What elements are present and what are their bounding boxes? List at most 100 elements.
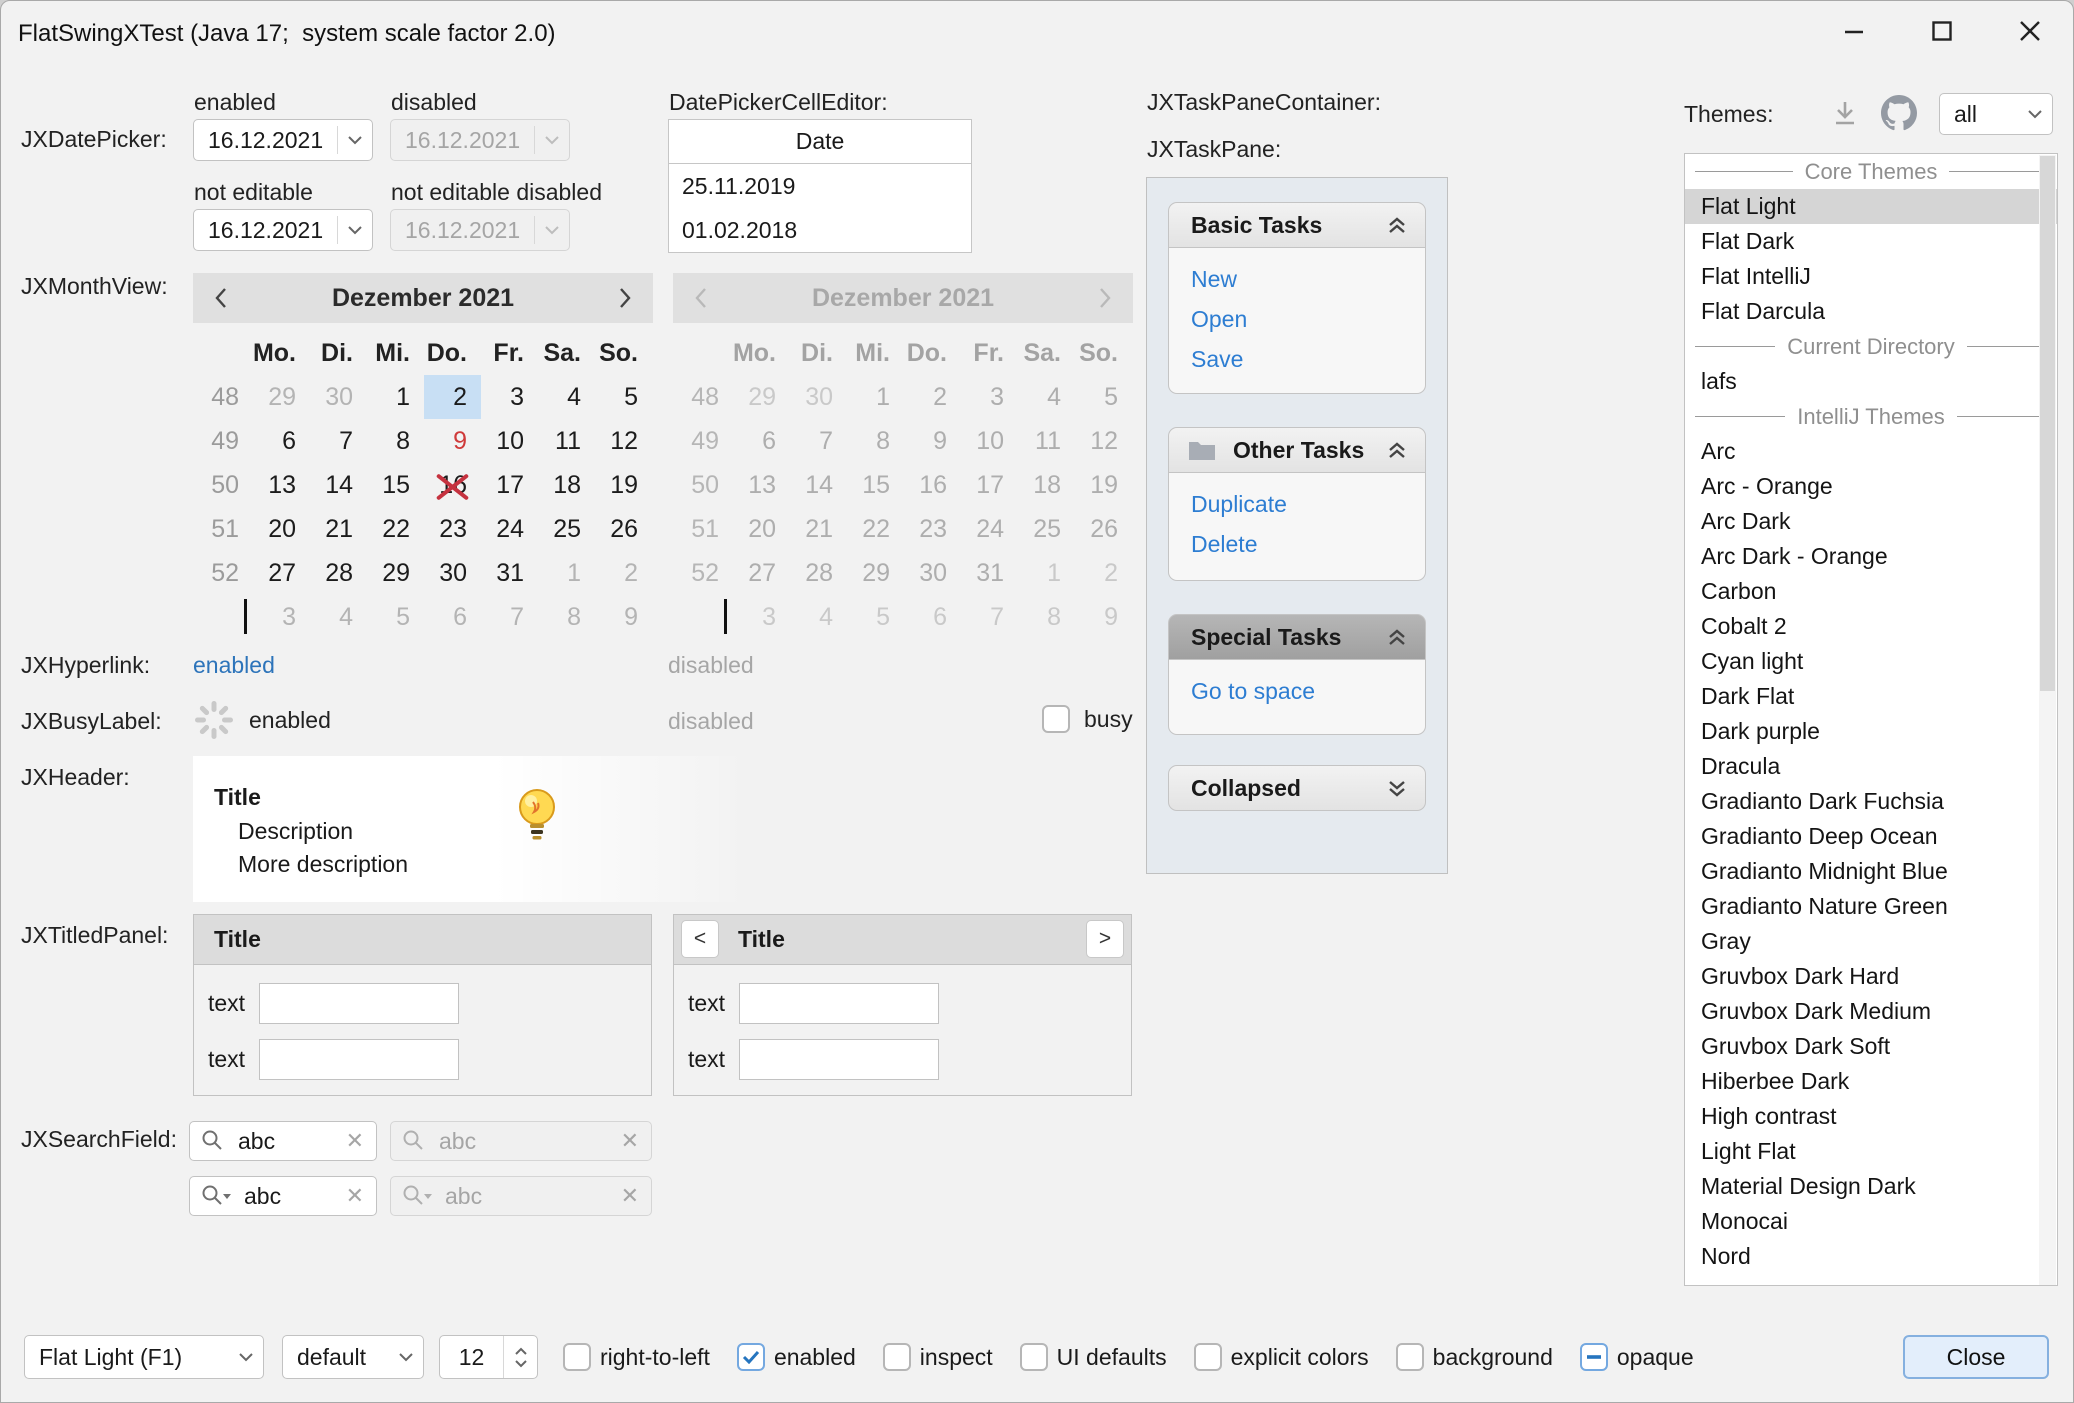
calendar-day[interactable]: 9 <box>595 595 652 639</box>
calendar-day[interactable]: 25 <box>538 507 595 551</box>
theme-list-item[interactable]: Flat Light <box>1685 189 2057 224</box>
theme-list-item[interactable]: Gray <box>1685 924 2057 959</box>
taskpane-link[interactable]: Delete <box>1191 531 1425 558</box>
taskpane-header[interactable]: Other Tasks <box>1168 427 1426 473</box>
theme-list-item[interactable]: Gruvbox Dark Medium <box>1685 994 2057 1029</box>
search-input[interactable]: abc <box>226 1128 346 1155</box>
checkbox-box[interactable] <box>737 1343 765 1371</box>
taskpane-link[interactable]: New <box>1191 266 1425 293</box>
theme-list-item[interactable]: Dracula <box>1685 749 2057 784</box>
calendar-day[interactable]: 22 <box>367 507 424 551</box>
calendar-day[interactable]: 5 <box>595 375 652 419</box>
calendar-day[interactable]: 7 <box>481 595 538 639</box>
theme-list-item[interactable]: Gradianto Dark Fuchsia <box>1685 784 2057 819</box>
theme-list-item[interactable]: Monocai <box>1685 1204 2057 1239</box>
title-nav-left-button[interactable]: < <box>681 920 719 958</box>
theme-list-item[interactable]: Hiberbee Dark <box>1685 1064 2057 1099</box>
theme-list-item[interactable]: High contrast <box>1685 1099 2057 1134</box>
calendar-day[interactable]: 8 <box>538 595 595 639</box>
calendar-day[interactable]: 29 <box>253 375 310 419</box>
busy-checkbox[interactable] <box>1042 705 1070 733</box>
taskpane-link[interactable]: Go to space <box>1191 678 1425 705</box>
calendar-day[interactable]: 18 <box>538 463 595 507</box>
expand-chevron-icon[interactable] <box>1387 778 1425 798</box>
clear-icon[interactable]: ✕ <box>346 1183 364 1209</box>
calendar-day[interactable]: 1 <box>367 375 424 419</box>
table-row[interactable]: 25.11.2019 <box>669 164 971 208</box>
calendar-day[interactable]: 6 <box>253 419 310 463</box>
calendar-day[interactable]: 14 <box>310 463 367 507</box>
calendar-day[interactable]: 2 <box>595 551 652 595</box>
calendar-day[interactable]: 12 <box>595 419 652 463</box>
taskpane-link[interactable]: Duplicate <box>1191 491 1425 518</box>
table-row[interactable]: 01.02.2018 <box>669 208 971 252</box>
theme-list-item[interactable]: Light Flat <box>1685 1134 2057 1169</box>
calendar-day[interactable]: 4 <box>538 375 595 419</box>
checkbox-box[interactable] <box>883 1343 911 1371</box>
theme-list-item[interactable]: Dark purple <box>1685 714 2057 749</box>
text-field[interactable] <box>739 1039 939 1080</box>
taskpane-link[interactable]: Save <box>1191 346 1425 373</box>
calendar-day[interactable]: 8 <box>367 419 424 463</box>
theme-list-item[interactable]: Gruvbox Dark Soft <box>1685 1029 2057 1064</box>
search-field[interactable]: abc ✕ <box>189 1121 377 1161</box>
text-field[interactable] <box>259 983 459 1024</box>
checkbox-background[interactable]: background <box>1396 1343 1553 1371</box>
spinner-up-icon[interactable] <box>514 1347 528 1356</box>
checkbox-inspect[interactable]: inspect <box>883 1343 993 1371</box>
hyperlink-enabled[interactable]: enabled <box>193 652 275 679</box>
search-input[interactable]: abc <box>232 1183 346 1210</box>
collapse-chevron-icon[interactable] <box>1387 440 1425 460</box>
calendar-day[interactable]: 30 <box>310 375 367 419</box>
theme-list-item[interactable]: Arc Dark <box>1685 504 2057 539</box>
datepicker-enabled[interactable]: 16.12.2021 <box>193 119 373 161</box>
calendar-day[interactable]: 30 <box>424 551 481 595</box>
theme-list-item[interactable]: Flat Darcula <box>1685 294 2057 329</box>
theme-list-item[interactable]: Cobalt 2 <box>1685 609 2057 644</box>
calendar-day[interactable]: 29 <box>367 551 424 595</box>
calendar-day[interactable]: 11 <box>538 419 595 463</box>
date-column-header[interactable]: Date <box>669 120 971 164</box>
calendar-day[interactable]: 10 <box>481 419 538 463</box>
spinner-down-icon[interactable] <box>514 1359 528 1368</box>
calendar-day[interactable]: 20 <box>253 507 310 551</box>
search-menu-icon[interactable] <box>200 1183 232 1209</box>
datepicker-not-editable[interactable]: 16.12.2021 <box>193 209 373 251</box>
theme-list-item[interactable]: Gruvbox Dark Hard <box>1685 959 2057 994</box>
scrollbar-thumb[interactable] <box>2040 156 2055 691</box>
calendar-day[interactable]: 19 <box>595 463 652 507</box>
checkbox-ui-defaults[interactable]: UI defaults <box>1020 1343 1167 1371</box>
checkbox-box[interactable] <box>1020 1343 1048 1371</box>
calendar-day[interactable]: 4 <box>310 595 367 639</box>
calendar-day[interactable]: 17 <box>481 463 538 507</box>
text-field[interactable] <box>739 983 939 1024</box>
calendar-day[interactable]: 23 <box>424 507 481 551</box>
collapse-chevron-icon[interactable] <box>1387 215 1425 235</box>
theme-list-item[interactable]: Arc Dark - Orange <box>1685 539 2057 574</box>
maximize-button[interactable] <box>1898 1 1986 61</box>
search-field-with-menu[interactable]: abc ✕ <box>189 1176 377 1216</box>
checkbox-box[interactable] <box>563 1343 591 1371</box>
themes-filter-combo[interactable]: all <box>1939 93 2053 135</box>
taskpane-link[interactable]: Open <box>1191 306 1425 333</box>
minimize-button[interactable] <box>1810 1 1898 61</box>
close-window-button[interactable] <box>1986 1 2074 61</box>
taskpane-header[interactable]: Special Tasks <box>1168 614 1426 660</box>
calendar-day[interactable]: 15 <box>367 463 424 507</box>
theme-list-item[interactable]: lafs <box>1685 364 2057 399</box>
title-nav-right-button[interactable]: > <box>1086 920 1124 958</box>
calendar-day[interactable]: 31 <box>481 551 538 595</box>
checkbox-right-to-left[interactable]: right-to-left <box>563 1343 710 1371</box>
checkbox-box[interactable] <box>1396 1343 1424 1371</box>
theme-list-item[interactable]: Material Design Dark <box>1685 1169 2057 1204</box>
taskpane-header[interactable]: Basic Tasks <box>1168 202 1426 248</box>
chevron-down-icon[interactable] <box>338 225 372 235</box>
calendar-day[interactable]: 7 <box>310 419 367 463</box>
laf-combo[interactable]: Flat Light (F1) <box>24 1335 264 1379</box>
checkbox-box[interactable] <box>1194 1343 1222 1371</box>
calendar-day[interactable]: 2 <box>424 375 481 419</box>
font-size-spinner[interactable]: 12 <box>439 1335 538 1379</box>
checkbox-opaque[interactable]: opaque <box>1580 1343 1694 1371</box>
prev-month-button[interactable] <box>193 287 249 309</box>
calendar-day[interactable]: 1 <box>538 551 595 595</box>
